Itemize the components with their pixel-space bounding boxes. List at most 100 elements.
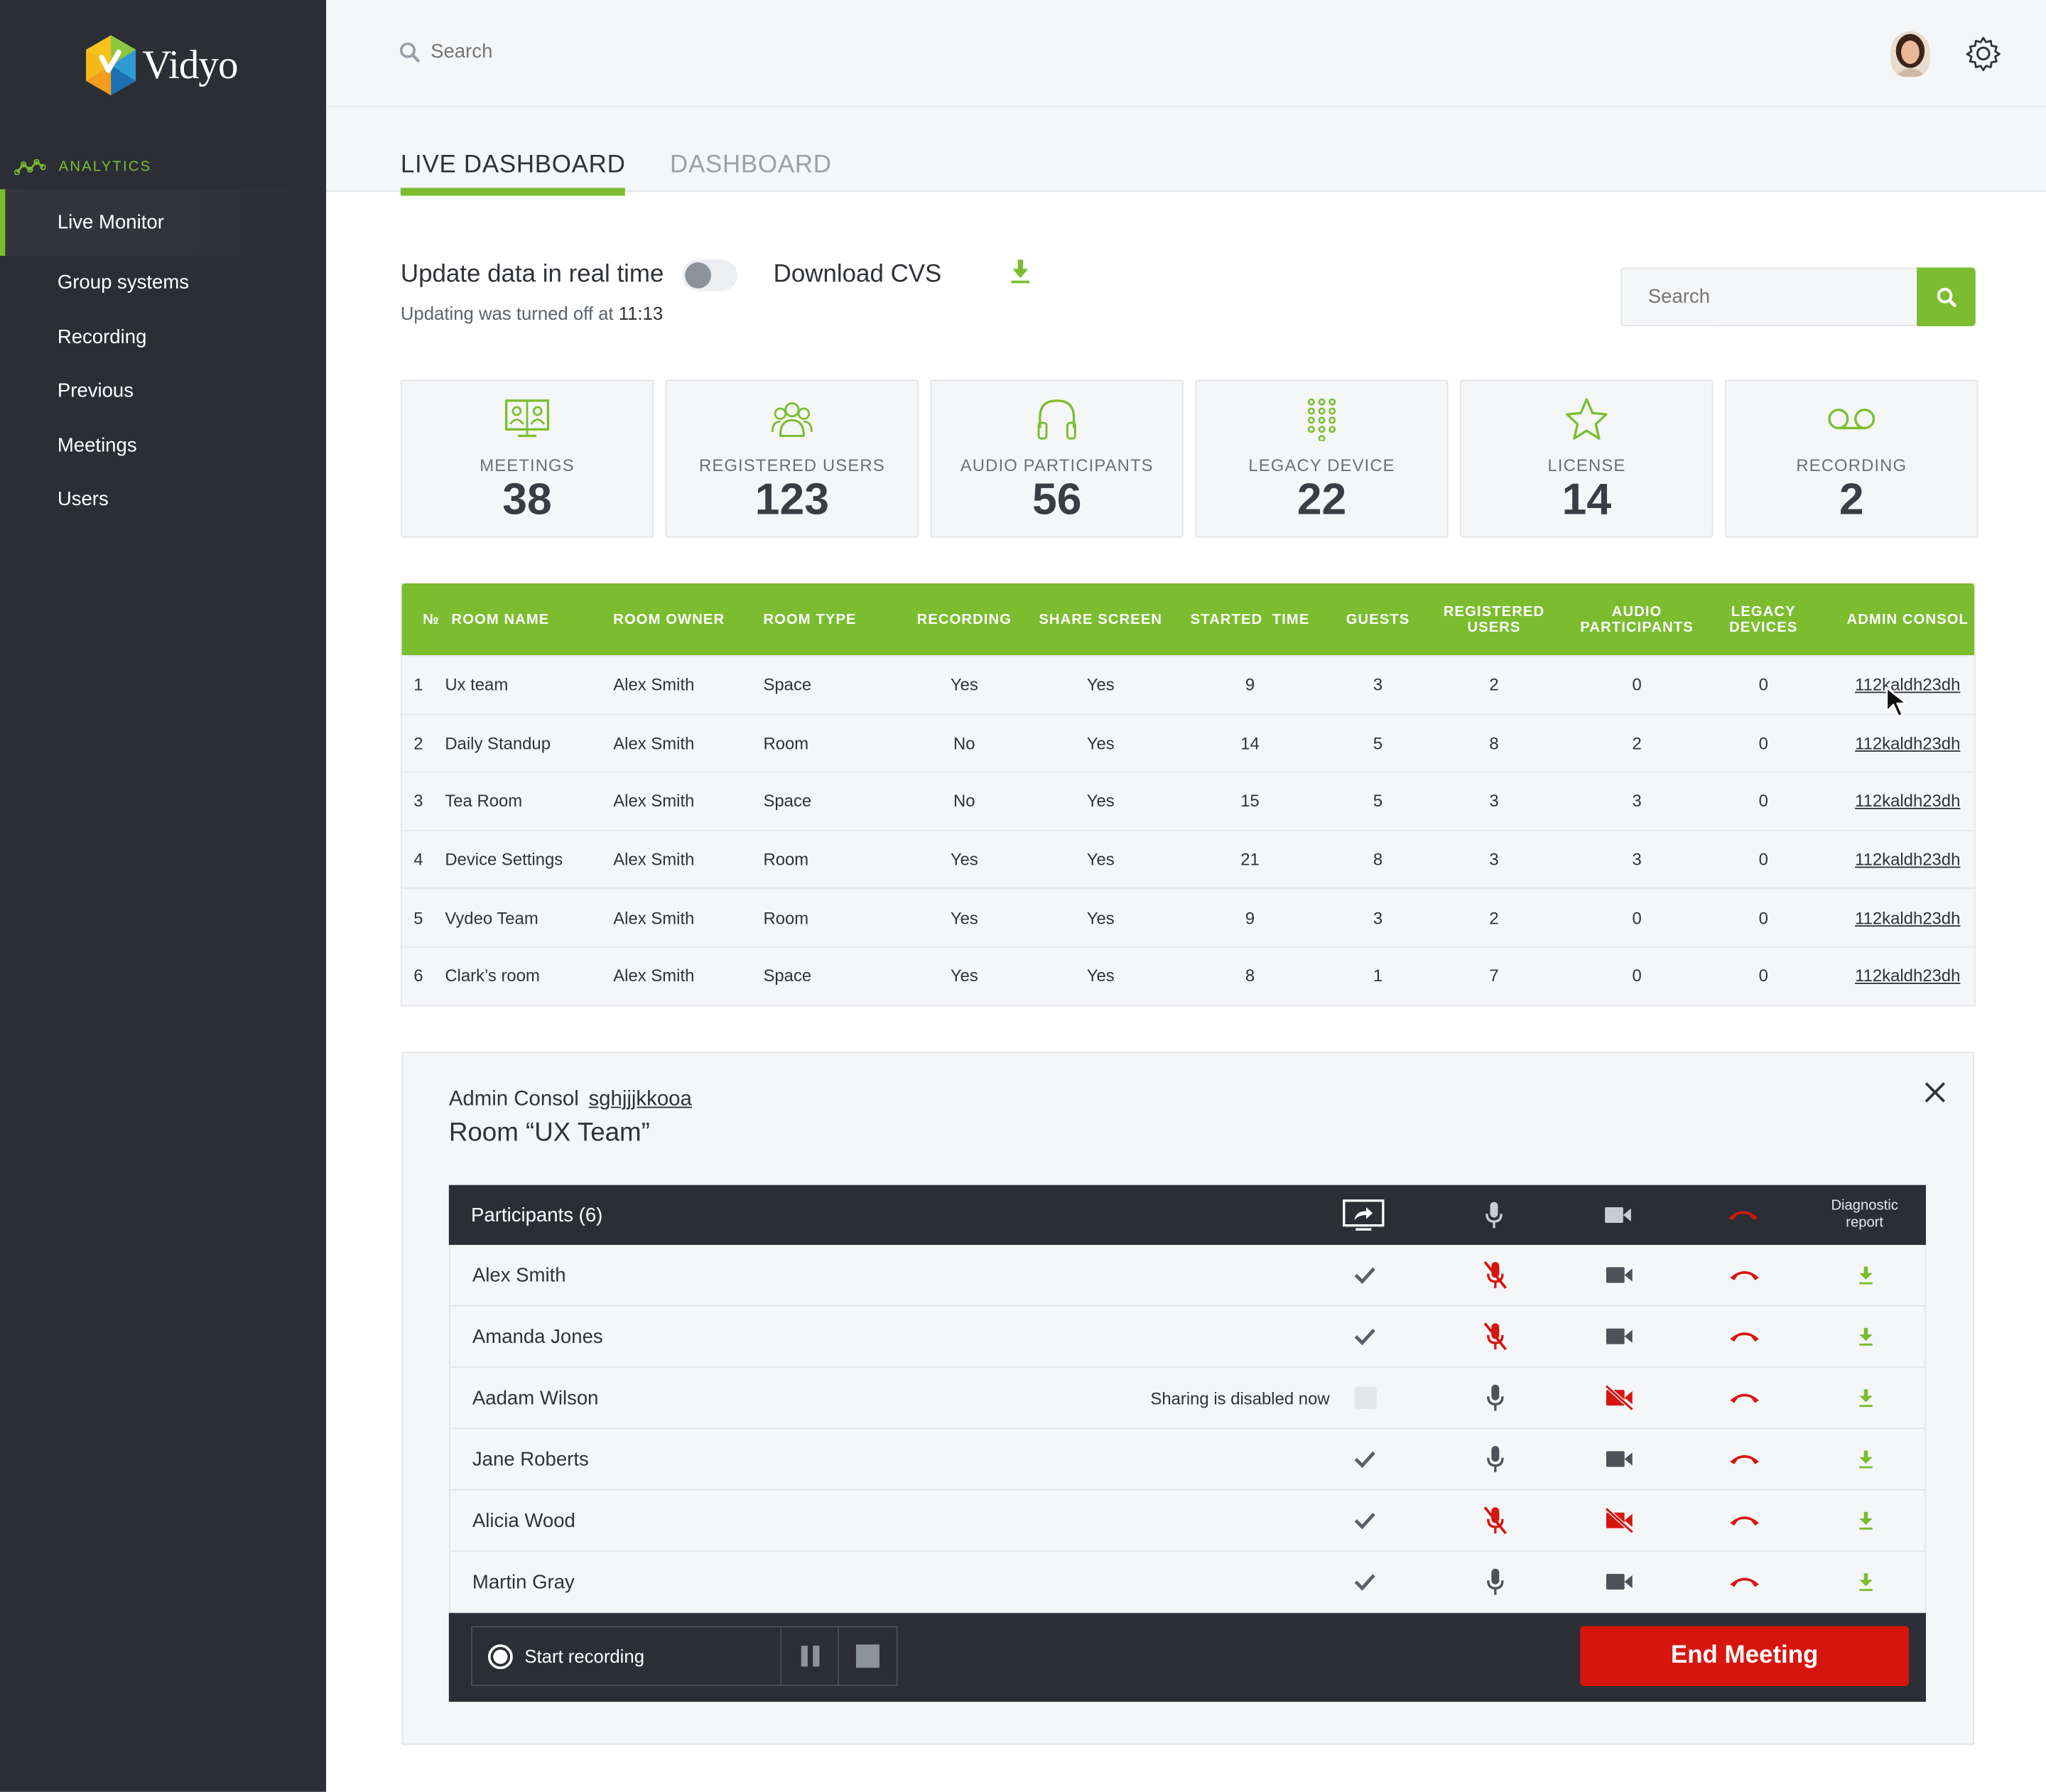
col-header-room-type[interactable]: ROOM TYPE: [763, 611, 894, 627]
download-report-icon[interactable]: [1840, 1511, 1892, 1531]
close-icon[interactable]: [1925, 1082, 1945, 1110]
col-header-room-name[interactable]: ROOM NAME: [443, 611, 613, 627]
download-report-icon[interactable]: [1840, 1572, 1892, 1592]
col-header-guests[interactable]: GUESTS: [1333, 611, 1422, 627]
mic-on-icon[interactable]: [1469, 1567, 1521, 1596]
admin-consol-link[interactable]: 112kaldh23dh: [1855, 792, 1960, 811]
cell-registered-users: 8: [1489, 733, 1499, 753]
camera-on-icon[interactable]: [1593, 1449, 1645, 1469]
col-header-started-time[interactable]: STARTED TIME: [1167, 611, 1333, 627]
rooms-table-header: № ROOM NAME ROOM OWNER ROOM TYPE RECORDI…: [401, 583, 1974, 656]
mic-on-icon[interactable]: [1469, 1445, 1521, 1473]
cell-guests: 8: [1373, 849, 1383, 870]
stat-card-meetings[interactable]: MEETINGS 38: [400, 379, 654, 538]
share-check-icon[interactable]: [1338, 1572, 1390, 1591]
download-report-icon[interactable]: [1840, 1327, 1892, 1346]
stat-card-registered-users[interactable]: REGISTERED USERS 123: [665, 379, 919, 538]
admin-consol-panel: Admin Consol sghjjjkkooa Room “UX Team” …: [401, 1052, 1974, 1745]
hang-up-icon[interactable]: [1717, 1207, 1769, 1223]
download-report-icon[interactable]: [1840, 1388, 1892, 1408]
hang-up-icon[interactable]: [1718, 1329, 1770, 1344]
camera-on-icon[interactable]: [1593, 1265, 1645, 1285]
meeting-controls: Start recording End Meeting: [448, 1613, 1926, 1702]
col-header-share-screen[interactable]: SHARE SCREEN: [1035, 611, 1167, 627]
cell-share-screen: Yes: [1086, 907, 1115, 928]
search-button[interactable]: [1917, 267, 1976, 327]
participant-name: Aadam Wilson: [472, 1386, 599, 1409]
admin-consol-link[interactable]: 112kaldh23dh: [1855, 908, 1960, 928]
stat-card-legacy-device[interactable]: LEGACY DEVICE 22: [1195, 379, 1449, 538]
sidebar-item-group-systems[interactable]: Group systems: [0, 256, 326, 310]
col-header-admin-consol[interactable]: ADMIN CONSOL: [1819, 611, 1996, 627]
col-header-legacy-devices[interactable]: LEGACY DEVICES: [1708, 603, 1819, 635]
hang-up-icon[interactable]: [1718, 1390, 1770, 1405]
share-checkbox-disabled[interactable]: [1338, 1386, 1390, 1409]
sidebar-item-previous[interactable]: Previous: [0, 364, 326, 418]
mic-muted-icon[interactable]: [1469, 1322, 1521, 1351]
tab-live-dashboard[interactable]: LIVE DASHBOARD: [400, 151, 626, 196]
hang-up-icon[interactable]: [1718, 1451, 1770, 1467]
sidebar-item-recording[interactable]: Recording: [0, 310, 326, 364]
col-header-room-owner[interactable]: ROOM OWNER: [613, 611, 763, 627]
col-header-audio-participants[interactable]: AUDIO PARTICIPANTS: [1566, 603, 1708, 635]
col-header-recording[interactable]: RECORDING: [894, 611, 1034, 627]
room-search-input[interactable]: [1620, 267, 1917, 327]
share-check-icon[interactable]: [1338, 1450, 1390, 1469]
global-search-input[interactable]: [431, 40, 823, 63]
share-check-icon[interactable]: [1338, 1266, 1390, 1285]
stop-recording-button[interactable]: [839, 1627, 897, 1685]
microphone-icon[interactable]: [1468, 1201, 1520, 1229]
hang-up-icon[interactable]: [1718, 1267, 1770, 1283]
admin-consol-link[interactable]: 112kaldh23dh: [1855, 966, 1960, 986]
download-report-icon[interactable]: [1840, 1265, 1892, 1285]
mic-on-icon[interactable]: [1469, 1383, 1521, 1412]
admin-consol-link[interactable]: 112kaldh23dh: [1855, 733, 1960, 753]
stat-label: AUDIO PARTICIPANTS: [960, 455, 1154, 475]
camera-on-icon[interactable]: [1593, 1571, 1645, 1592]
share-screen-icon[interactable]: [1338, 1199, 1390, 1231]
settings-gear-icon[interactable]: [1965, 36, 2001, 79]
camera-off-icon[interactable]: [1593, 1507, 1645, 1534]
pause-recording-button[interactable]: [782, 1627, 840, 1685]
cell-legacy-devices: 0: [1758, 733, 1768, 753]
cell-share-screen: Yes: [1086, 733, 1115, 753]
stat-card-license[interactable]: LICENSE 14: [1460, 379, 1714, 538]
avatar[interactable]: [1890, 31, 1930, 77]
cell-recording: Yes: [950, 849, 978, 870]
table-row[interactable]: 5 Vydeo Team Alex Smith Room Yes Yes 9 3…: [401, 887, 1974, 946]
start-recording-button[interactable]: Start recording: [472, 1627, 782, 1685]
table-row[interactable]: 4 Device Settings Alex Smith Room Yes Ye…: [401, 829, 1974, 888]
mic-muted-icon[interactable]: [1469, 1506, 1521, 1535]
tab-dashboard[interactable]: DASHBOARD: [670, 151, 832, 195]
sidebar-item-users[interactable]: Users: [0, 473, 326, 527]
stat-card-recording[interactable]: RECORDING 2: [1725, 379, 1979, 538]
vidyo-logo[interactable]: Vidyo: [84, 34, 238, 97]
participant-name: Jane Roberts: [472, 1447, 589, 1471]
admin-consol-link[interactable]: 112kaldh23dh: [1855, 850, 1960, 870]
table-row[interactable]: 2 Daily Standup Alex Smith Room No Yes 1…: [401, 713, 1974, 772]
camera-icon[interactable]: [1592, 1204, 1644, 1225]
download-report-icon[interactable]: [1840, 1450, 1892, 1469]
share-check-icon[interactable]: [1338, 1327, 1390, 1346]
share-check-icon[interactable]: [1338, 1511, 1390, 1530]
sidebar-item-live-monitor[interactable]: Live Monitor: [0, 189, 327, 256]
hang-up-icon[interactable]: [1718, 1574, 1770, 1589]
camera-on-icon[interactable]: [1593, 1326, 1645, 1346]
end-meeting-button[interactable]: End Meeting: [1580, 1626, 1910, 1687]
cell-recording: Yes: [950, 675, 978, 695]
table-row[interactable]: 3 Tea Room Alex Smith Space No Yes 15 5 …: [401, 771, 1974, 830]
download-icon[interactable]: [1010, 259, 1030, 291]
table-row[interactable]: 6 Clark’s room Alex Smith Space Yes Yes …: [401, 946, 1974, 1005]
sidebar-nav: Live Monitor Group systems Recording Pre…: [0, 189, 327, 527]
table-row[interactable]: 1 Ux team Alex Smith Space Yes Yes 9 3 2…: [401, 655, 1974, 713]
update-realtime-toggle[interactable]: [682, 259, 737, 291]
col-header-registered-users[interactable]: REGISTERED USERS: [1422, 603, 1566, 635]
search-icon: [1936, 287, 1956, 307]
admin-consol-code-link[interactable]: sghjjjkkooa: [588, 1089, 691, 1111]
stat-card-audio-participants[interactable]: AUDIO PARTICIPANTS 56: [930, 379, 1184, 538]
hang-up-icon[interactable]: [1718, 1513, 1770, 1528]
voicemail-icon: [1828, 409, 1876, 430]
mic-muted-icon[interactable]: [1469, 1261, 1521, 1289]
sidebar-item-meetings[interactable]: Meetings: [0, 419, 326, 473]
camera-off-icon[interactable]: [1593, 1384, 1645, 1411]
